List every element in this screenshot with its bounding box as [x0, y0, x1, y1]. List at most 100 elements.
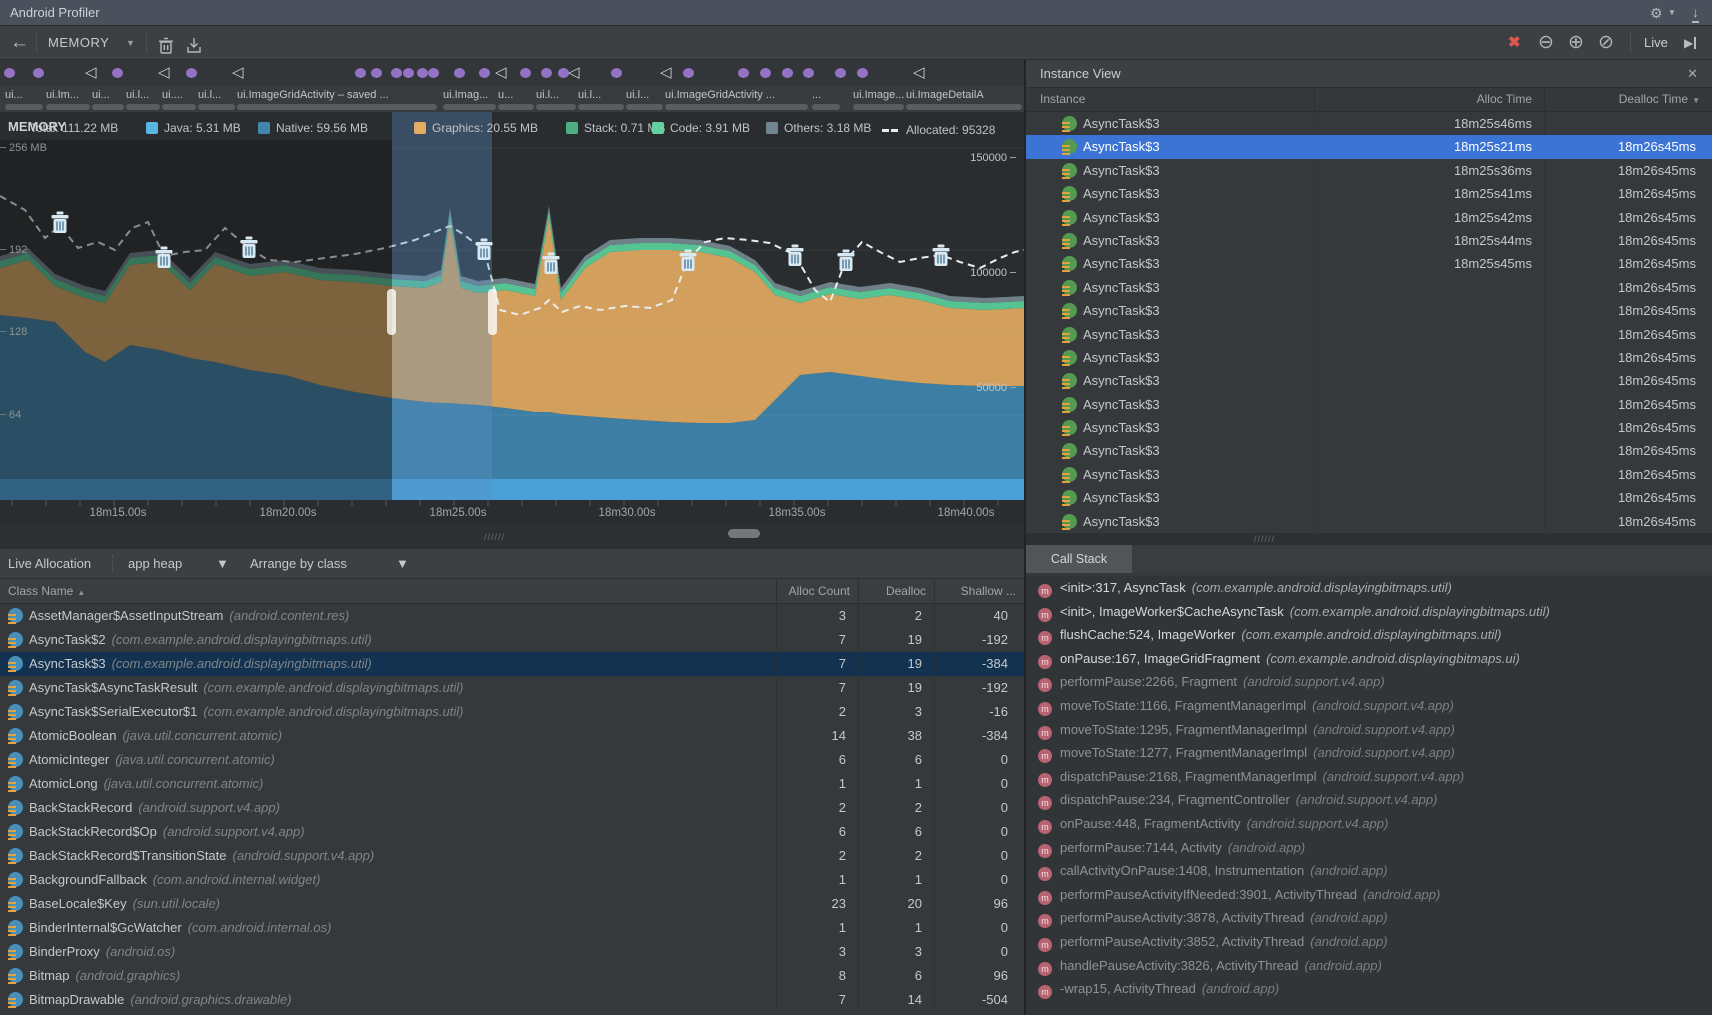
- activity-event-dot[interactable]: [454, 68, 465, 78]
- stack-frame[interactable]: m<init>, ImageWorker$CacheAsyncTask(com.…: [1026, 600, 1712, 624]
- back-event-icon[interactable]: ◁: [913, 61, 925, 85]
- activity-event-dot[interactable]: [760, 68, 771, 78]
- timeline-scrollbar[interactable]: //////: [0, 525, 1024, 548]
- instance-row[interactable]: AsyncTask$318m25s44ms18m26s45ms: [1026, 229, 1712, 252]
- stack-frame[interactable]: mmoveToState:1295, FragmentManagerImpl(a…: [1026, 718, 1712, 742]
- stack-frame[interactable]: monPause:448, FragmentActivity(android.s…: [1026, 812, 1712, 836]
- back-event-icon[interactable]: ◁: [85, 61, 97, 85]
- activity-event-dot[interactable]: [4, 68, 15, 78]
- trash-icon[interactable]: [158, 34, 174, 52]
- activity-event-dot[interactable]: [355, 68, 366, 78]
- table-row[interactable]: BackgroundFallback(com.android.internal.…: [0, 868, 1024, 892]
- activity-event-dot[interactable]: [803, 68, 814, 78]
- selection-handle-left[interactable]: [387, 289, 396, 335]
- activity-event-dot[interactable]: [428, 68, 439, 78]
- instance-row[interactable]: AsyncTask$318m26s45ms: [1026, 439, 1712, 462]
- back-event-icon[interactable]: ◁: [568, 61, 580, 85]
- stack-frame[interactable]: mperformPauseActivityIfNeeded:3901, Acti…: [1026, 883, 1712, 907]
- stack-frame[interactable]: mperformPauseActivity:3852, ActivityThre…: [1026, 930, 1712, 954]
- stack-frame[interactable]: mcallActivityOnPause:1408, Instrumentati…: [1026, 859, 1712, 883]
- stack-frame[interactable]: mdispatchPause:234, FragmentController(a…: [1026, 788, 1712, 812]
- scrollbar-thumb[interactable]: [728, 529, 760, 538]
- column-alloc-time[interactable]: Alloc Time: [1314, 88, 1544, 111]
- activity-event-dot[interactable]: [33, 68, 44, 78]
- activity-event-dot[interactable]: [782, 68, 793, 78]
- table-row[interactable]: AtomicLong(java.util.concurrent.atomic)1…: [0, 772, 1024, 796]
- arrange-select[interactable]: Arrange by class: [250, 549, 347, 579]
- instance-row[interactable]: AsyncTask$318m26s45ms: [1026, 369, 1712, 392]
- stack-frame[interactable]: mflushCache:524, ImageWorker(com.example…: [1026, 623, 1712, 647]
- table-row[interactable]: BitmapDrawable(android.graphics.drawable…: [0, 988, 1024, 1012]
- back-button[interactable]: ←: [10, 26, 29, 60]
- stack-frame[interactable]: mhandlePauseActivity:3826, ActivityThrea…: [1026, 954, 1712, 978]
- column-class-name[interactable]: Class Name▲: [0, 579, 776, 603]
- activity-event-dot[interactable]: [835, 68, 846, 78]
- download-icon[interactable]: ↓: [1692, 1, 1699, 23]
- table-row[interactable]: BinderProxy(android.os)330: [0, 940, 1024, 964]
- stack-frame[interactable]: monPause:167, ImageGridFragment(com.exam…: [1026, 647, 1712, 671]
- memory-chart[interactable]: MEMORY Total: 111.22 MBJava: 5.31 MBNati…: [0, 112, 1024, 525]
- gear-icon[interactable]: ⚙: [1650, 0, 1663, 26]
- back-event-icon[interactable]: ◁: [158, 61, 170, 85]
- table-row[interactable]: AsyncTask$AsyncTaskResult(com.example.an…: [0, 676, 1024, 700]
- column-instance[interactable]: Instance: [1026, 88, 1314, 111]
- instance-row[interactable]: AsyncTask$318m26s45ms: [1026, 463, 1712, 486]
- instance-row[interactable]: AsyncTask$318m25s45ms18m26s45ms: [1026, 252, 1712, 275]
- selection-handle-right[interactable]: [488, 289, 497, 335]
- tab-call-stack[interactable]: Call Stack: [1026, 545, 1132, 573]
- instance-row[interactable]: AsyncTask$318m26s45ms: [1026, 299, 1712, 322]
- table-row[interactable]: BackStackRecord$Op(android.support.v4.ap…: [0, 820, 1024, 844]
- stack-frame[interactable]: mperformPause:2266, Fragment(android.sup…: [1026, 670, 1712, 694]
- gc-event-icon[interactable]: [933, 245, 950, 267]
- horizontal-splitter[interactable]: //////: [1026, 533, 1712, 545]
- splitter-grip[interactable]: //////: [484, 532, 505, 542]
- activity-event-dot[interactable]: [479, 68, 490, 78]
- instance-row[interactable]: AsyncTask$318m25s42ms18m26s45ms: [1026, 206, 1712, 229]
- back-event-icon[interactable]: ◁: [232, 61, 244, 85]
- activity-event-dot[interactable]: [683, 68, 694, 78]
- activity-event-dot[interactable]: [738, 68, 749, 78]
- live-button[interactable]: Live: [1644, 26, 1668, 60]
- instance-row[interactable]: AsyncTask$318m26s45ms: [1026, 416, 1712, 439]
- heap-dropdown-icon[interactable]: ▼: [216, 549, 229, 579]
- stack-frame[interactable]: mperformPause:7144, Activity(android.app…: [1026, 836, 1712, 860]
- table-row[interactable]: BackStackRecord(android.support.v4.app)2…: [0, 796, 1024, 820]
- event-timeline[interactable]: ◁ ◁ ◁ ◁ ◁ ◁ ◁: [0, 60, 1024, 86]
- heap-select[interactable]: app heap: [128, 549, 182, 579]
- activity-event-dot[interactable]: [391, 68, 402, 78]
- back-event-icon[interactable]: ◁: [495, 61, 507, 85]
- stack-frame[interactable]: m<init>:317, AsyncTask(com.example.andro…: [1026, 576, 1712, 600]
- close-icon[interactable]: ✕: [1687, 60, 1698, 88]
- skip-to-live-icon[interactable]: ▶: [1684, 26, 1696, 60]
- zoom-out-button[interactable]: ⊖: [1538, 26, 1554, 60]
- activity-event-dot[interactable]: [857, 68, 868, 78]
- stack-frame[interactable]: mmoveToState:1166, FragmentManagerImpl(a…: [1026, 694, 1712, 718]
- zoom-reset-button[interactable]: ⊘: [1598, 26, 1614, 60]
- instance-row[interactable]: AsyncTask$318m25s21ms18m26s45ms: [1026, 135, 1712, 158]
- activity-event-dot[interactable]: [520, 68, 531, 78]
- back-event-icon[interactable]: ◁: [660, 61, 672, 85]
- table-row[interactable]: AsyncTask$3(com.example.android.displayi…: [0, 652, 1024, 676]
- export-icon[interactable]: [186, 34, 202, 52]
- activity-event-dot[interactable]: [371, 68, 382, 78]
- table-row[interactable]: AssetManager$AssetInputStream(android.co…: [0, 604, 1024, 628]
- table-row[interactable]: BinderInternal$GcWatcher(com.android.int…: [0, 916, 1024, 940]
- session-selector[interactable]: MEMORY: [48, 26, 109, 60]
- arrange-dropdown-icon[interactable]: ▼: [396, 549, 409, 579]
- table-row[interactable]: AsyncTask$SerialExecutor$1(com.example.a…: [0, 700, 1024, 724]
- activity-event-dot[interactable]: [417, 68, 428, 78]
- table-row[interactable]: AtomicInteger(java.util.concurrent.atomi…: [0, 748, 1024, 772]
- instance-row[interactable]: AsyncTask$318m26s45ms: [1026, 346, 1712, 369]
- stack-frame[interactable]: m-wrap15, ActivityThread(android.app): [1026, 977, 1712, 1001]
- instance-row[interactable]: AsyncTask$318m25s36ms18m26s45ms: [1026, 159, 1712, 182]
- activity-event-dot[interactable]: [403, 68, 414, 78]
- stack-frame[interactable]: mperformPauseActivity:3878, ActivityThre…: [1026, 906, 1712, 930]
- stack-frame[interactable]: mdispatchPause:2168, FragmentManagerImpl…: [1026, 765, 1712, 789]
- column-dealloc-time[interactable]: Dealloc Time▼: [1544, 88, 1712, 111]
- splitter-grip[interactable]: //////: [1254, 534, 1275, 544]
- stack-frame[interactable]: mmoveToState:1277, FragmentManagerImpl(a…: [1026, 741, 1712, 765]
- table-row[interactable]: Bitmap(android.graphics)8696: [0, 964, 1024, 988]
- activity-timeline[interactable]: ui...ui.Im...ui...ui.l...ui....ui.l...ui…: [0, 86, 1024, 112]
- instance-row[interactable]: AsyncTask$318m25s41ms18m26s45ms: [1026, 182, 1712, 205]
- chevron-down-icon[interactable]: ▼: [1668, 0, 1676, 26]
